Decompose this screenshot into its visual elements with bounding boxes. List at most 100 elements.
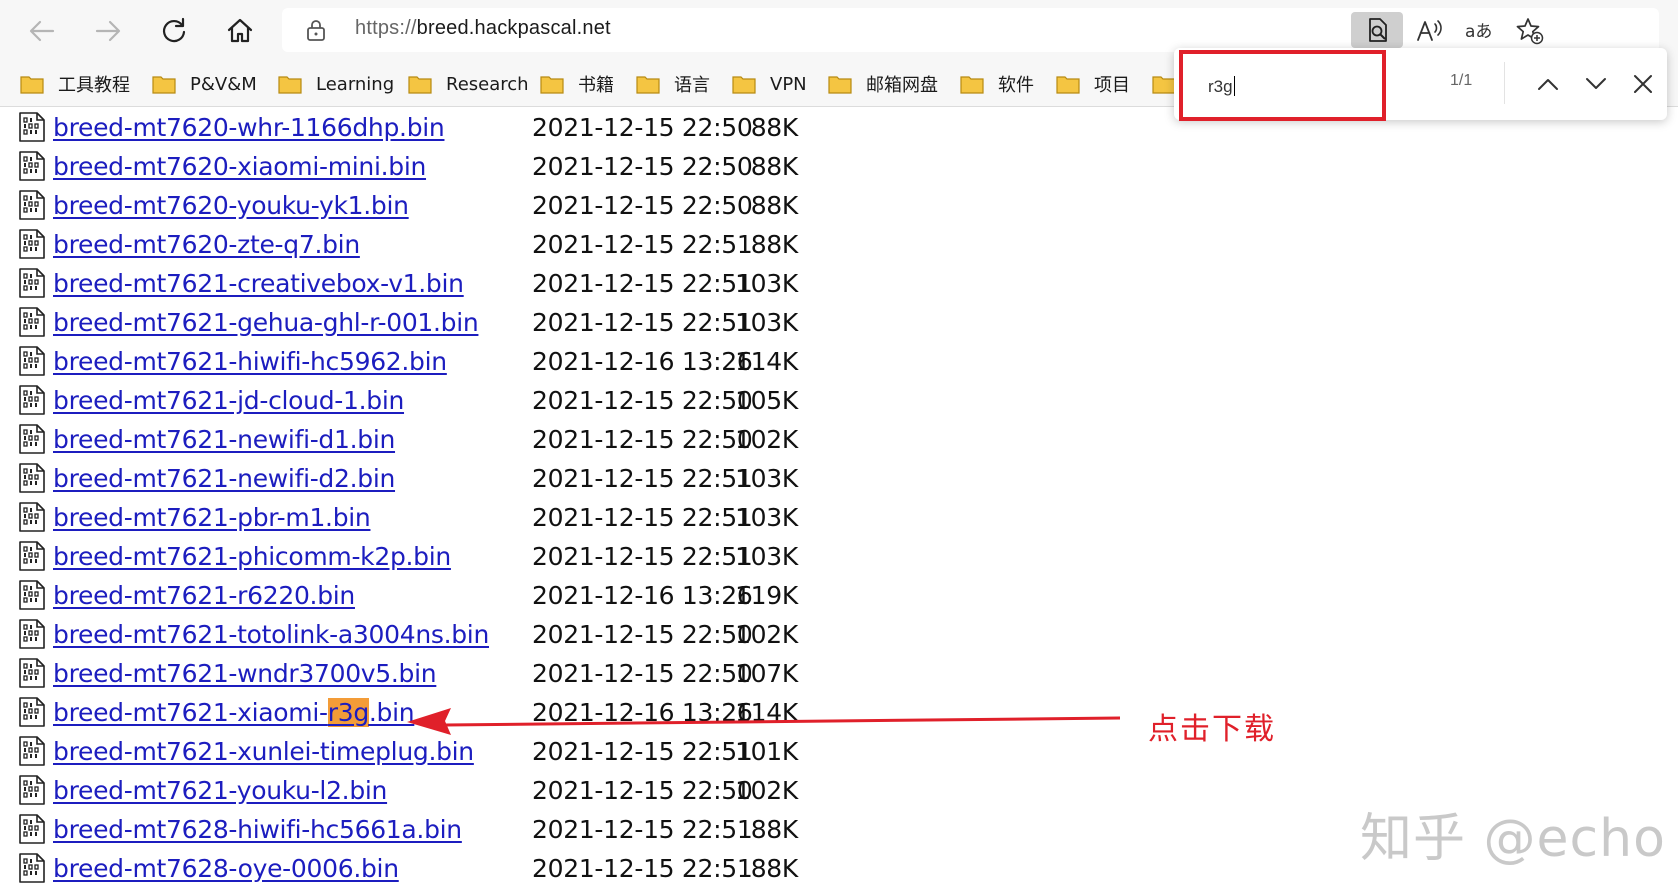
bookmark-folder-pvm[interactable]: P&V&M bbox=[152, 68, 257, 100]
bookmark-label: P&V&M bbox=[190, 73, 257, 95]
file-row: breed-mt7621-totolink-a3004ns.bin 2021-12… bbox=[0, 615, 900, 654]
file-link[interactable]: breed-mt7621-youku-l2.bin bbox=[53, 776, 387, 805]
find-input[interactable]: r3g bbox=[1179, 50, 1386, 121]
bookmark-folder-books[interactable]: 书籍 bbox=[540, 68, 614, 100]
file-row: breed-mt7620-zte-q7.bin 2021-12-15 22:51 8… bbox=[0, 225, 900, 264]
file-size: 102K bbox=[735, 425, 798, 454]
bookmark-folder-research[interactable]: Research bbox=[408, 68, 529, 100]
file-row: breed-mt7628-oye-0006.bin 2021-12-15 22:5… bbox=[0, 849, 900, 888]
file-link[interactable]: breed-mt7621-creativebox-v1.bin bbox=[53, 269, 464, 298]
bookmark-folder-languages[interactable]: 语言 bbox=[636, 68, 710, 100]
lock-icon[interactable] bbox=[306, 18, 326, 46]
find-in-page-icon bbox=[1369, 18, 1387, 42]
file-link[interactable]: breed-mt7620-xiaomi-mini.bin bbox=[53, 152, 426, 181]
binary-file-icon bbox=[18, 580, 46, 614]
favorites-add-button[interactable] bbox=[1513, 14, 1547, 48]
folder-icon bbox=[152, 76, 176, 94]
home-button[interactable] bbox=[220, 11, 260, 51]
folder-icon bbox=[828, 76, 852, 94]
file-link[interactable]: breed-mt7621-xunlei-timeplug.bin bbox=[53, 737, 474, 766]
file-size: 103K bbox=[735, 464, 798, 493]
file-row: breed-mt7621-hiwifi-hc5962.bin 2021-12-16… bbox=[0, 342, 900, 381]
binary-file-icon bbox=[18, 346, 46, 380]
bookmark-folder-tools[interactable]: 工具教程 bbox=[20, 68, 130, 100]
file-link[interactable]: breed-mt7621-gehua-ghl-r-001.bin bbox=[53, 308, 479, 337]
refresh-button[interactable] bbox=[154, 11, 194, 51]
binary-file-icon bbox=[18, 619, 46, 653]
read-aloud-button[interactable] bbox=[1412, 14, 1446, 48]
binary-file-icon bbox=[18, 151, 46, 185]
file-size: 102K bbox=[735, 776, 798, 805]
file-row: breed-mt7620-whr-1166dhp.bin 2021-12-15 2… bbox=[0, 108, 900, 147]
back-button[interactable] bbox=[22, 11, 62, 51]
file-row: breed-mt7621-youku-l2.bin 2021-12-15 22:5… bbox=[0, 771, 900, 810]
home-icon bbox=[227, 18, 253, 43]
file-link[interactable]: breed-mt7621-totolink-a3004ns.bin bbox=[53, 620, 489, 649]
find-in-page-button[interactable] bbox=[1351, 12, 1403, 48]
file-row: breed-mt7621-r6220.bin 2021-12-16 13:26 11… bbox=[0, 576, 900, 615]
find-next-button[interactable] bbox=[1578, 66, 1614, 102]
file-link[interactable]: breed-mt7628-hiwifi-hc5661a.bin bbox=[53, 815, 462, 844]
binary-file-icon bbox=[18, 853, 46, 887]
binary-file-icon bbox=[18, 775, 46, 809]
binary-file-icon bbox=[18, 463, 46, 497]
bookmark-folder-projects[interactable]: 项目 bbox=[1056, 68, 1130, 100]
folder-icon bbox=[1152, 76, 1176, 94]
bookmark-label: 项目 bbox=[1094, 75, 1130, 96]
file-row: breed-mt7621-gehua-ghl-r-001.bin 2021-12-… bbox=[0, 303, 900, 342]
binary-file-icon bbox=[18, 112, 46, 146]
file-link[interactable]: breed-mt7621-hiwifi-hc5962.bin bbox=[53, 347, 447, 376]
binary-file-icon bbox=[18, 307, 46, 341]
address-bar[interactable]: https://breed.hackpascal.net aあ bbox=[282, 8, 1659, 52]
find-close-button[interactable] bbox=[1625, 66, 1661, 102]
folder-icon bbox=[408, 76, 432, 94]
file-link[interactable]: breed-mt7621-newifi-d2.bin bbox=[53, 464, 395, 493]
annotation-label: 点击下载 bbox=[1148, 712, 1276, 747]
file-size: 101K bbox=[735, 737, 798, 766]
file-row: breed-mt7620-xiaomi-mini.bin 2021-12-15 2… bbox=[0, 147, 900, 186]
file-size: 119K bbox=[735, 581, 798, 610]
folder-icon bbox=[20, 76, 44, 94]
find-in-page-popup: r3g 1/1 bbox=[1174, 48, 1667, 121]
forward-button[interactable] bbox=[88, 11, 128, 51]
folder-icon bbox=[636, 76, 660, 94]
file-size: 88K bbox=[750, 854, 799, 883]
binary-file-icon bbox=[18, 541, 46, 575]
file-row: breed-mt7621-pbr-m1.bin 2021-12-15 22:51 1… bbox=[0, 498, 900, 537]
url-text[interactable]: https://breed.hackpascal.net bbox=[355, 17, 611, 40]
find-previous-button[interactable] bbox=[1530, 66, 1566, 102]
annotation-arrow bbox=[407, 708, 1121, 735]
folder-icon bbox=[278, 76, 302, 94]
file-link[interactable]: breed-mt7620-zte-q7.bin bbox=[53, 230, 360, 259]
bookmark-folder-vpn[interactable]: VPN bbox=[732, 68, 807, 100]
binary-file-icon bbox=[18, 502, 46, 536]
file-link[interactable]: breed-mt7621-pbr-m1.bin bbox=[53, 503, 371, 532]
text-caret bbox=[1233, 76, 1235, 96]
favorites-add-icon bbox=[1516, 18, 1544, 45]
file-size: 88K bbox=[750, 230, 799, 259]
file-row: breed-mt7621-jd-cloud-1.bin 2021-12-15 22… bbox=[0, 381, 900, 420]
binary-file-icon bbox=[18, 814, 46, 848]
file-size: 103K bbox=[735, 269, 798, 298]
file-link[interactable]: breed-mt7621-r6220.bin bbox=[53, 581, 355, 610]
file-link[interactable]: breed-mt7621-xiaomi-r3g.bin bbox=[53, 698, 415, 727]
file-row: breed-mt7621-xunlei-timeplug.bin 2021-12-… bbox=[0, 732, 900, 771]
bookmark-label: Learning bbox=[316, 73, 395, 95]
chevron-up-icon bbox=[1538, 79, 1558, 90]
chevron-down-icon bbox=[1586, 78, 1606, 89]
file-link[interactable]: breed-mt7621-newifi-d1.bin bbox=[53, 425, 395, 454]
forward-arrow-icon bbox=[95, 20, 121, 42]
file-link[interactable]: breed-mt7621-jd-cloud-1.bin bbox=[53, 386, 404, 415]
file-link[interactable]: breed-mt7620-youku-yk1.bin bbox=[53, 191, 409, 220]
file-link[interactable]: breed-mt7628-oye-0006.bin bbox=[53, 854, 399, 883]
binary-file-icon bbox=[18, 697, 46, 731]
file-row: breed-mt7621-newifi-d2.bin 2021-12-15 22:… bbox=[0, 459, 900, 498]
file-link[interactable]: breed-mt7621-phicomm-k2p.bin bbox=[53, 542, 451, 571]
bookmark-folder-learning[interactable]: Learning bbox=[278, 68, 394, 100]
file-link[interactable]: breed-mt7620-whr-1166dhp.bin bbox=[53, 113, 445, 142]
translate-button[interactable]: aあ bbox=[1462, 14, 1496, 48]
file-link[interactable]: breed-mt7621-wndr3700v5.bin bbox=[53, 659, 437, 688]
folder-icon bbox=[732, 76, 756, 94]
bookmark-folder-mail[interactable]: 邮箱网盘 bbox=[828, 68, 938, 100]
bookmark-folder-software[interactable]: 软件 bbox=[960, 68, 1034, 100]
